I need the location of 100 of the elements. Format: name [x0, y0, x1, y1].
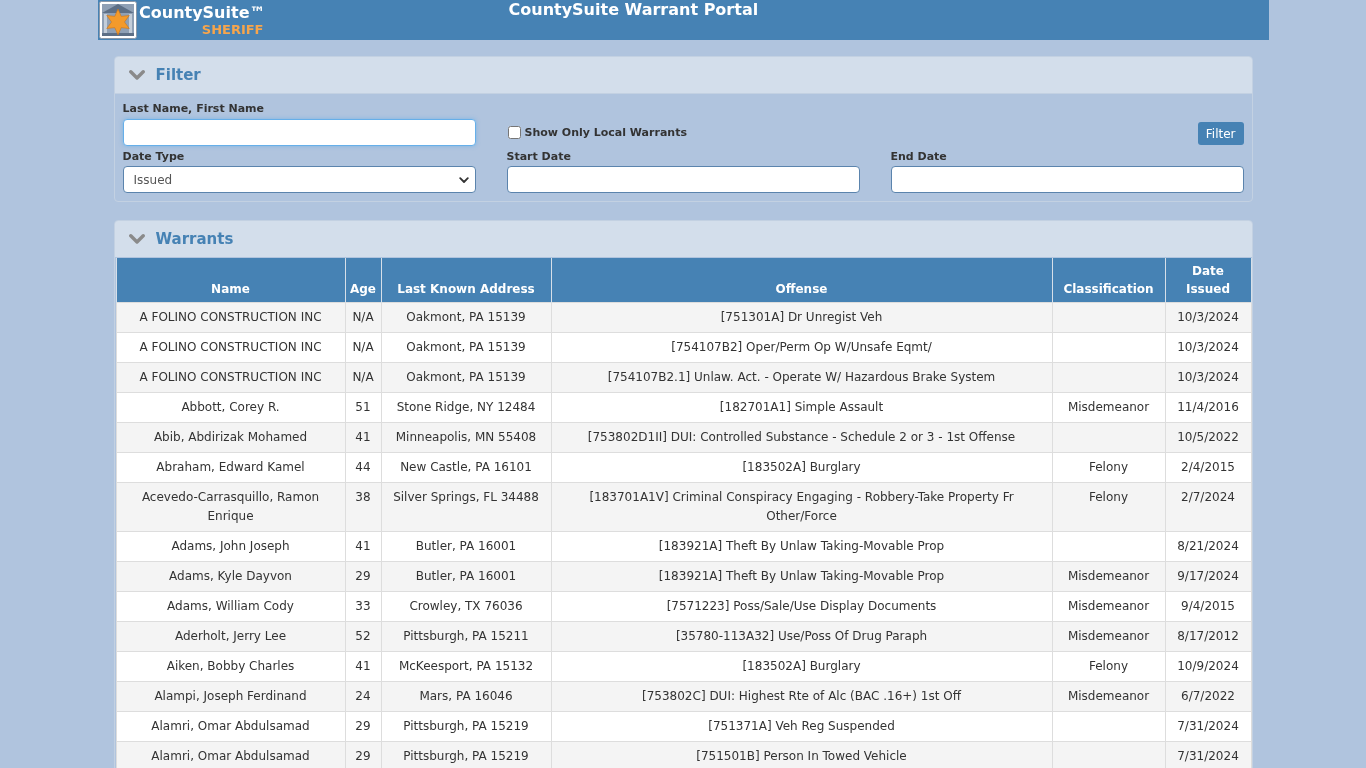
- column-header: Name: [116, 258, 345, 302]
- table-cell: Felony: [1052, 452, 1165, 482]
- table-cell: [753802C] DUI: Highest Rte of Alc (BAC .16+) 1st Off: [551, 681, 1052, 711]
- table-cell: Alamri, Omar Abdulsamad: [116, 741, 345, 768]
- table-cell: Misdemeanor: [1052, 681, 1165, 711]
- table-cell: [183701A1V] Criminal Conspiracy Engaging - Robbery-Take Property Fr Other/Force: [551, 482, 1052, 531]
- table-cell: N/A: [345, 302, 381, 332]
- panel-header[interactable]: Warrants: [114, 221, 1252, 257]
- table-cell: 38: [345, 482, 381, 531]
- table-cell: 2/7/2024: [1165, 482, 1251, 531]
- table-cell: 10/3/2024: [1165, 332, 1251, 362]
- table-cell: 8/17/2012: [1165, 621, 1251, 651]
- table-cell: [7571223] Poss/Sale/Use Display Documents: [551, 591, 1052, 621]
- field-label: End Date: [890, 149, 948, 165]
- table-cell: 11/4/2016: [1165, 392, 1251, 422]
- field-label: Date Type: [122, 149, 186, 165]
- table-cell: 10/3/2024: [1165, 302, 1251, 332]
- table-cell: [35780-113A32] Use/Poss Of Drug Paraph: [551, 621, 1052, 651]
- table-cell: [751301A] Dr Unregist Veh: [551, 302, 1052, 332]
- column-header: Classification: [1052, 258, 1165, 302]
- panel-header[interactable]: Filter: [114, 57, 1252, 93]
- table-cell: Aiken, Bobby Charles: [116, 651, 345, 681]
- table-cell: [183921A] Theft By Unlaw Taking-Movable Prop: [551, 561, 1052, 591]
- name-input[interactable]: [122, 119, 476, 146]
- table-cell: Alamri, Omar Abdulsamad: [116, 711, 345, 741]
- field-label: Start Date: [506, 149, 572, 165]
- table-cell: Oakmont, PA 15139: [381, 362, 551, 392]
- table-cell: New Castle, PA 16101: [381, 452, 551, 482]
- table-cell: Abbott, Corey R.: [116, 392, 345, 422]
- brand-name: CountySuite™: [139, 3, 266, 23]
- table-cell: Misdemeanor: [1052, 591, 1165, 621]
- table-cell: Misdemeanor: [1052, 392, 1165, 422]
- table-cell: Oakmont, PA 15139: [381, 332, 551, 362]
- table-cell: 8/21/2024: [1165, 531, 1251, 561]
- local-warrants-checkbox[interactable]: [507, 126, 521, 139]
- column-header: Offense: [551, 258, 1052, 302]
- field-label: Last Name, First Name: [122, 101, 266, 117]
- table-cell: Alampi, Joseph Ferdinand: [116, 681, 345, 711]
- column-header: Last Known Address: [381, 258, 551, 302]
- table-cell: [183921A] Theft By Unlaw Taking-Movable Prop: [551, 531, 1052, 561]
- date-type-select[interactable]: Issued: [122, 166, 476, 193]
- table-cell: [754107B2.1] Unlaw. Act. - Operate W/ Hazardous Brake System: [551, 362, 1052, 392]
- table-cell: [182701A1] Simple Assault: [551, 392, 1052, 422]
- brand-tagline: SHERIFF: [201, 23, 264, 37]
- table-cell: 29: [345, 561, 381, 591]
- table-cell: Pittsburgh, PA 15219: [381, 711, 551, 741]
- table-cell: N/A: [345, 332, 381, 362]
- table-cell: Misdemeanor: [1052, 561, 1165, 591]
- table-cell: Felony: [1052, 482, 1165, 531]
- table-cell: 2/4/2015: [1165, 452, 1251, 482]
- table-cell: Crowley, TX 76036: [381, 591, 551, 621]
- table-cell: 7/31/2024: [1165, 711, 1251, 741]
- panel-title: Filter: [155, 65, 201, 85]
- start-date-input[interactable]: [506, 166, 860, 193]
- filter-button[interactable]: Filter: [1197, 122, 1244, 145]
- table-cell: Butler, PA 16001: [381, 561, 551, 591]
- end-date-input[interactable]: [890, 166, 1244, 193]
- chevron-down-icon[interactable]: [458, 176, 469, 183]
- table-cell: 9/4/2015: [1165, 591, 1251, 621]
- table-cell: Acevedo-Carrasquillo, Ramon Enrique: [116, 482, 345, 531]
- table-cell: 41: [345, 531, 381, 561]
- table-cell: [753802D1II] DUI: Controlled Substance - Schedule 2 or 3 - 1st Offense: [551, 422, 1052, 452]
- table-cell: A FOLINO CONSTRUCTION INC: [116, 362, 345, 392]
- table-cell: [751371A] Veh Reg Suspended: [551, 711, 1052, 741]
- table-cell: Minneapolis, MN 55408: [381, 422, 551, 452]
- table-cell: Adams, Kyle Dayvon: [116, 561, 345, 591]
- table-cell: A FOLINO CONSTRUCTION INC: [116, 302, 345, 332]
- table-cell: McKeesport, PA 15132: [381, 651, 551, 681]
- table-cell: Mars, PA 16046: [381, 681, 551, 711]
- table-cell: 33: [345, 591, 381, 621]
- column-header: Date Issued: [1165, 258, 1251, 302]
- column-header: Age: [345, 258, 381, 302]
- portal-title: CountySuite Warrant Portal: [508, 0, 759, 20]
- table-cell: 24: [345, 681, 381, 711]
- table-cell: Abib, Abdirizak Mohamed: [116, 422, 345, 452]
- table-cell: 6/7/2022: [1165, 681, 1251, 711]
- table-cell: 52: [345, 621, 381, 651]
- panel-title: Warrants: [155, 229, 234, 249]
- table-cell: Oakmont, PA 15139: [381, 302, 551, 332]
- table-cell: Pittsburgh, PA 15211: [381, 621, 551, 651]
- table-cell: Abraham, Edward Kamel: [116, 452, 345, 482]
- table-cell: Butler, PA 16001: [381, 531, 551, 561]
- table-cell: 41: [345, 422, 381, 452]
- table-cell: 51: [345, 392, 381, 422]
- table-cell: Silver Springs, FL 34488: [381, 482, 551, 531]
- table-cell: Stone Ridge, NY 12484: [381, 392, 551, 422]
- table-cell: 44: [345, 452, 381, 482]
- table-cell: 10/9/2024: [1165, 651, 1251, 681]
- star-logo-icon: [98, 1, 137, 39]
- table-cell: 41: [345, 651, 381, 681]
- table-cell: [183502A] Burglary: [551, 651, 1052, 681]
- table-cell: [754107B2] Oper/Perm Op W/Unsafe Eqmt/: [551, 332, 1052, 362]
- checkbox-label[interactable]: Show Only Local Warrants: [524, 124, 687, 141]
- table-cell: Felony: [1052, 651, 1165, 681]
- table-cell: 10/3/2024: [1165, 362, 1251, 392]
- table-cell: 10/5/2022: [1165, 422, 1251, 452]
- table-cell: Adams, John Joseph: [116, 531, 345, 561]
- table-cell: Adams, William Cody: [116, 591, 345, 621]
- table-cell: N/A: [345, 362, 381, 392]
- table-cell: Aderholt, Jerry Lee: [116, 621, 345, 651]
